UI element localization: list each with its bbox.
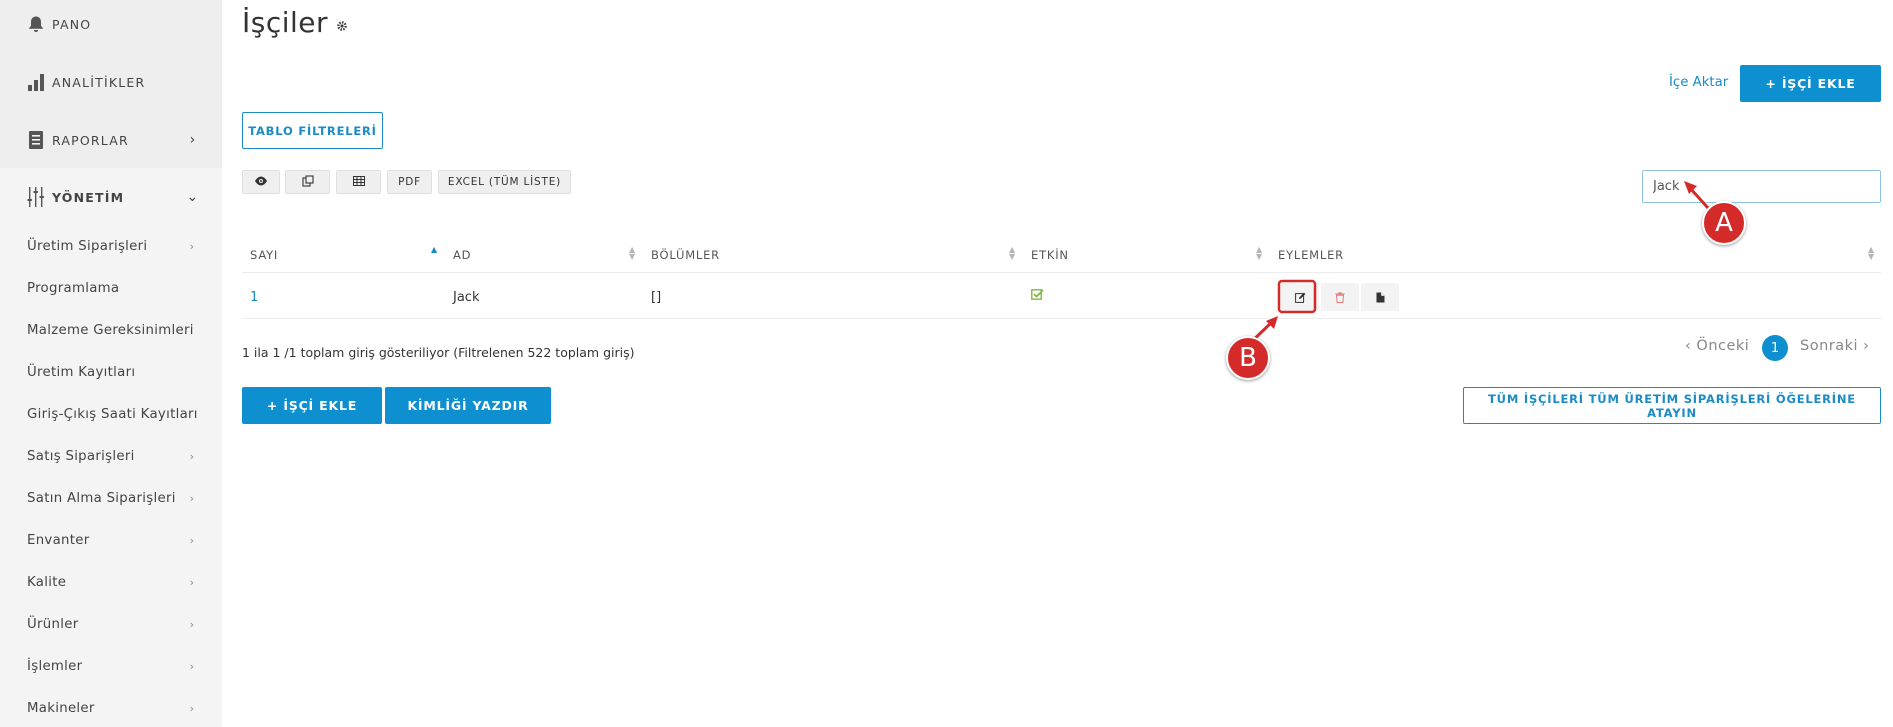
sidebar-item-label: YÖNETİM	[52, 189, 125, 205]
sidebar-sub-label: Ürünler	[27, 617, 79, 632]
print-id-button[interactable]: KİMLİĞİ YAZDIR	[385, 387, 551, 424]
column-visibility-button[interactable]	[242, 170, 280, 194]
sidebar-sub-item[interactable]: Üretim Kayıtları	[27, 365, 197, 380]
cell-sayi[interactable]: 1	[250, 290, 258, 305]
sidebar-sub-item[interactable]: Malzeme Gereksinimleri	[27, 323, 197, 338]
pagination-next[interactable]: Sonraki ›	[1800, 338, 1869, 354]
sidebar-sub-label: Üretim Kayıtları	[27, 365, 136, 380]
sort-icon: ▲ ▼	[1256, 245, 1263, 261]
sort-icon: ▲ ▼	[1868, 245, 1875, 261]
bell-icon	[24, 13, 48, 35]
gear-icon[interactable]	[336, 20, 348, 35]
eye-icon	[254, 176, 268, 189]
csv-button[interactable]	[336, 170, 381, 194]
sidebar-sub-label: İşlemler	[27, 659, 83, 674]
table-icon	[352, 175, 365, 189]
chevron-right-icon: ›	[189, 240, 195, 253]
copy-icon	[301, 174, 314, 190]
bar-chart-icon	[24, 71, 48, 93]
sidebar-sub-item[interactable]: Programlama	[27, 281, 197, 296]
sidebar-sub-item[interactable]: Satın Alma Siparişleri ›	[27, 491, 197, 506]
sort-icon: ▲ ▼	[1009, 245, 1016, 261]
chevron-down-icon: ⌄	[186, 189, 200, 205]
column-header-ad[interactable]: AD	[453, 248, 471, 262]
sliders-icon	[24, 186, 48, 208]
file-icon	[1376, 288, 1385, 307]
chevron-right-icon: ›	[189, 660, 195, 673]
assign-all-workers-button[interactable]: TÜM İŞÇİLERİ TÜM ÜRETİM SİPARİŞLERİ ÖĞEL…	[1463, 387, 1881, 424]
sidebar-item-yonetim[interactable]: YÖNETİM ⌄	[24, 186, 200, 208]
column-header-sayi[interactable]: SAYI	[250, 248, 278, 262]
sidebar-item-analitikler[interactable]: ANALİTİKLER	[24, 71, 200, 93]
sidebar-sub-label: Satın Alma Siparişleri	[27, 491, 176, 506]
cell-bolumler: []	[651, 290, 662, 305]
sidebar-sub-label: Programlama	[27, 281, 120, 296]
sidebar-sub-label: Malzeme Gereksinimleri	[27, 323, 194, 338]
excel-button[interactable]: EXCEL (TÜM LİSTE)	[438, 170, 571, 194]
cell-ad: Jack	[453, 290, 480, 305]
sidebar-item-label: ANALİTİKLER	[52, 74, 146, 90]
sidebar-sub-item[interactable]: Giriş-Çıkış Saati Kayıtları	[27, 407, 198, 422]
sidebar-item-raporlar[interactable]: RAPORLAR ›	[24, 129, 200, 151]
column-header-eylemler[interactable]: EYLEMLER	[1278, 248, 1344, 262]
checkbox-checked-icon	[1031, 288, 1044, 304]
table-header-divider	[242, 272, 1881, 273]
pagination-current-page[interactable]: 1	[1762, 335, 1788, 361]
edit-icon	[1294, 288, 1306, 307]
sidebar-sub-item[interactable]: İşlemler ›	[27, 659, 197, 674]
add-worker-button-bottom[interactable]: + İŞÇİ EKLE	[242, 387, 382, 424]
sidebar-sub-label: Satış Siparişleri	[27, 449, 135, 464]
chevron-right-icon: ›	[189, 534, 195, 547]
copy-button[interactable]	[285, 170, 330, 194]
chevron-right-icon: ›	[189, 576, 195, 589]
document-button[interactable]	[1361, 283, 1399, 311]
annotation-marker-b: B	[1226, 336, 1270, 380]
import-link[interactable]: İçe Aktar	[1669, 75, 1728, 90]
sidebar-sub-label: Makineler	[27, 701, 95, 716]
sidebar-item-pano[interactable]: PANO	[24, 13, 200, 35]
trash-icon	[1335, 288, 1345, 307]
sort-icon: ▲ ▼	[629, 245, 636, 261]
pdf-button[interactable]: PDF	[387, 170, 432, 194]
chevron-right-icon: ›	[189, 132, 197, 148]
sort-asc-icon: ▲	[431, 245, 438, 254]
sidebar-sub-item[interactable]: Envanter ›	[27, 533, 197, 548]
add-worker-button-top[interactable]: + İŞÇİ EKLE	[1740, 65, 1881, 102]
chevron-right-icon: ›	[189, 618, 195, 631]
sidebar-sub-item[interactable]: Ürünler ›	[27, 617, 197, 632]
edit-button[interactable]	[1281, 283, 1319, 311]
sidebar-sub-item[interactable]: Kalite ›	[27, 575, 197, 590]
delete-button[interactable]	[1321, 283, 1359, 311]
chevron-right-icon: ›	[189, 450, 195, 463]
sidebar-sub-label: Giriş-Çıkış Saati Kayıtları	[27, 407, 198, 422]
sidebar-sub-label: Kalite	[27, 575, 67, 590]
report-icon	[24, 129, 48, 151]
column-header-bolumler[interactable]: BÖLÜMLER	[651, 248, 720, 262]
sidebar-sub-label: Üretim Siparişleri	[27, 239, 148, 254]
sidebar-sub-label: Envanter	[27, 533, 90, 548]
table-row-divider	[242, 318, 1881, 319]
table-info-text: 1 ila 1 /1 toplam giriş gösteriliyor (Fi…	[242, 345, 635, 360]
pagination-previous[interactable]: ‹ Önceki	[1685, 338, 1749, 354]
annotation-marker-a: A	[1702, 201, 1746, 245]
search-input[interactable]	[1642, 170, 1881, 203]
chevron-right-icon: ›	[189, 492, 195, 505]
sidebar-sub-item[interactable]: Üretim Siparişleri ›	[27, 239, 197, 254]
column-header-etkin[interactable]: ETKİN	[1031, 248, 1069, 262]
sidebar-sub-item[interactable]: Satış Siparişleri ›	[27, 449, 197, 464]
sidebar-item-label: RAPORLAR	[52, 132, 129, 148]
sidebar: PANO ANALİTİKLER RAPORLAR › YÖNETİM ⌄ Ür…	[0, 0, 222, 727]
table-filters-button[interactable]: TABLO FİLTRELERİ	[242, 112, 383, 149]
sidebar-sub-item[interactable]: Makineler ›	[27, 701, 197, 716]
page-title: İşçiler	[242, 6, 329, 39]
main-content: İşçiler İçe Aktar + İŞÇİ EKLE TABLO FİLT…	[222, 0, 1893, 727]
chevron-right-icon: ›	[189, 702, 195, 715]
sidebar-item-label: PANO	[52, 16, 92, 32]
